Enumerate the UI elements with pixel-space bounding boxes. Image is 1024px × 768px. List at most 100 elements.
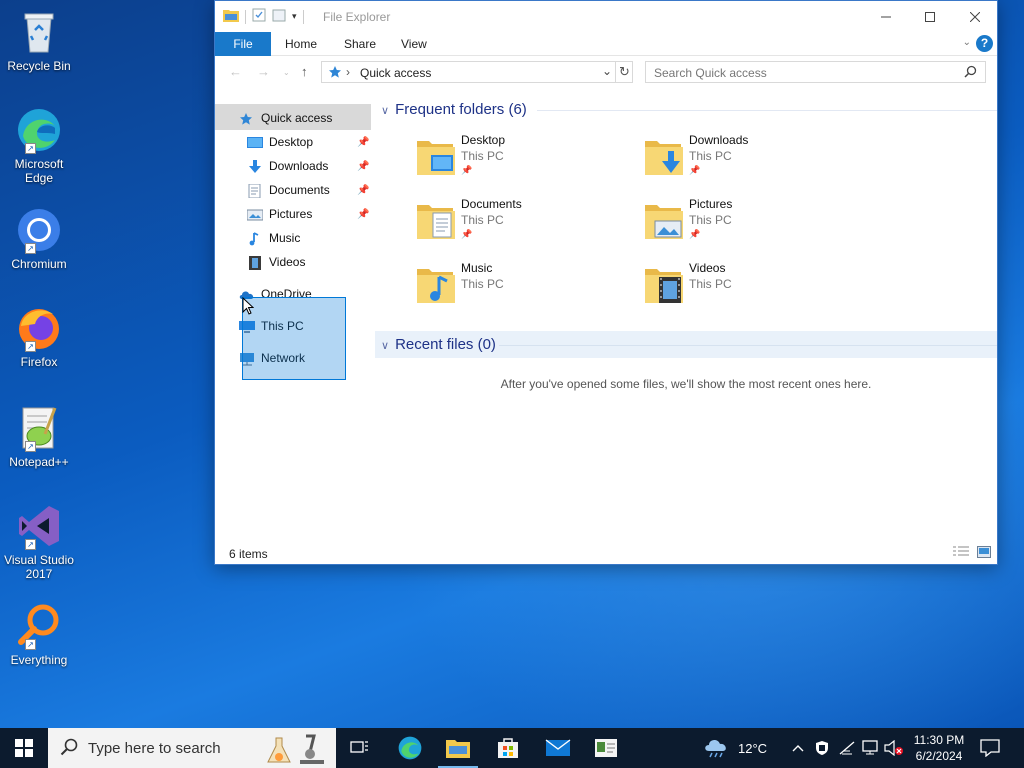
- videos-folder-icon: [643, 263, 685, 305]
- system-clock[interactable]: 11:30 PM 6/2/2024: [904, 732, 974, 764]
- chromium-icon: ↗: [15, 206, 63, 254]
- tab-share[interactable]: Share: [330, 32, 390, 56]
- task-view-button[interactable]: [336, 728, 384, 768]
- taskbar-search-box[interactable]: Type here to search: [48, 728, 336, 768]
- large-icons-view-icon[interactable]: [977, 546, 991, 561]
- maximize-button[interactable]: [907, 1, 953, 32]
- drag-selection-rectangle: [242, 297, 346, 380]
- folder-tile-music[interactable]: Music This PC: [415, 261, 615, 313]
- taskbar-file-explorer-icon[interactable]: [434, 728, 482, 768]
- properties-icon[interactable]: [252, 8, 266, 25]
- taskbar-search-input[interactable]: Type here to search: [88, 740, 221, 757]
- address-bar[interactable]: › Quick access ⌄ ↻: [321, 61, 633, 83]
- pin-icon: 📌: [357, 161, 370, 172]
- tab-home[interactable]: Home: [271, 32, 331, 56]
- recent-files-header[interactable]: ∨ Recent files (0): [381, 336, 496, 353]
- folder-tile-pictures[interactable]: Pictures This PC 📌: [643, 197, 843, 249]
- desktop-icon-microsoft-edge[interactable]: ↗ Microsoft Edge: [2, 106, 76, 185]
- taskbar-store-icon[interactable]: [484, 728, 532, 768]
- file-explorer-window[interactable]: ▾ File Explorer File Home Share View ⌄ ?…: [214, 0, 998, 565]
- weather-widget[interactable]: 12°C: [704, 728, 767, 768]
- recent-files-empty-message: After you've opened some files, we'll sh…: [500, 377, 872, 391]
- folder-location: This PC: [689, 277, 732, 291]
- show-hidden-icons-button[interactable]: [792, 728, 804, 768]
- folder-name: Pictures: [689, 197, 733, 211]
- network-disconnected-icon[interactable]: [838, 728, 856, 768]
- desktop-icon-chromium[interactable]: ↗ Chromium: [2, 206, 76, 271]
- up-button[interactable]: ↑: [301, 64, 308, 79]
- address-dropdown-icon[interactable]: ⌄: [602, 64, 612, 78]
- folder-tile-desktop[interactable]: Desktop This PC 📌: [415, 133, 615, 185]
- desktop-icon-firefox[interactable]: ↗ Firefox: [2, 304, 76, 369]
- desktop-folder-icon: [247, 135, 263, 149]
- nav-item-desktop[interactable]: Desktop: [247, 131, 371, 153]
- pin-icon: 📌: [689, 165, 701, 175]
- details-view-icon[interactable]: [953, 546, 969, 561]
- tab-view[interactable]: View: [387, 32, 441, 56]
- nav-item-pictures[interactable]: Pictures: [246, 203, 371, 225]
- close-button[interactable]: [952, 1, 998, 32]
- search-box[interactable]: Search Quick access: [645, 61, 986, 83]
- ribbon-tabs: File Home Share View ⌄ ?: [215, 32, 997, 56]
- firefox-icon: ↗: [15, 304, 63, 352]
- nav-item-downloads[interactable]: Downloads: [247, 155, 371, 177]
- taskbar-mail-icon[interactable]: [534, 728, 582, 768]
- notifications-button[interactable]: [980, 728, 1000, 768]
- expand-ribbon-chevron-icon[interactable]: ⌄: [963, 37, 971, 48]
- start-button[interactable]: [0, 728, 48, 768]
- desktop-folder-icon: [415, 135, 457, 177]
- documents-folder-icon: [415, 199, 457, 241]
- volume-muted-icon[interactable]: [884, 728, 904, 768]
- videos-filmstrip-icon: [247, 255, 263, 270]
- taskbar-edge-icon[interactable]: [386, 728, 434, 768]
- pin-icon: 📌: [357, 137, 370, 148]
- tab-file[interactable]: File: [215, 32, 271, 56]
- toolbar-divider: [245, 9, 246, 24]
- security-shield-icon[interactable]: [814, 728, 830, 768]
- forward-button[interactable]: →: [257, 64, 270, 79]
- pin-icon: 📌: [357, 185, 370, 196]
- shortcut-arrow-icon: ↗: [25, 341, 36, 352]
- recent-locations-chevron-icon[interactable]: ⌄: [283, 68, 290, 77]
- folder-location: This PC: [689, 149, 732, 163]
- taskbar-notepadpp-icon[interactable]: [582, 728, 630, 768]
- breadcrumb-separator-icon: ›: [346, 65, 350, 79]
- back-button[interactable]: ←: [229, 64, 242, 79]
- search-icon[interactable]: [964, 65, 977, 81]
- shortcut-arrow-icon: ↗: [25, 243, 36, 254]
- desktop-icon-visual-studio[interactable]: ↗ Visual Studio 2017: [2, 502, 76, 581]
- help-button[interactable]: ?: [976, 35, 993, 52]
- desktop-icon-everything[interactable]: ↗ Everything: [2, 602, 76, 667]
- folder-tile-videos[interactable]: Videos This PC: [643, 261, 843, 313]
- folder-tile-downloads[interactable]: Downloads This PC 📌: [643, 133, 843, 185]
- search-icon: [60, 738, 78, 759]
- minimize-button[interactable]: [863, 1, 909, 32]
- window-title: File Explorer: [323, 10, 391, 24]
- title-bar[interactable]: ▾ File Explorer: [215, 1, 997, 32]
- new-folder-icon[interactable]: [272, 8, 286, 25]
- music-folder-icon: [415, 263, 457, 305]
- refresh-icon[interactable]: ↻: [615, 61, 633, 83]
- desktop: Recycle Bin ↗ Microsoft Edge ↗ Chromium: [0, 0, 1024, 728]
- network-monitor-icon[interactable]: [862, 728, 880, 768]
- customize-toolbar-dropdown-icon[interactable]: ▾: [292, 11, 297, 22]
- pin-icon: 📌: [689, 229, 701, 239]
- desktop-icon-recycle-bin[interactable]: Recycle Bin: [2, 8, 76, 73]
- folder-name: Documents: [461, 197, 522, 211]
- nav-item-documents[interactable]: Documents: [247, 179, 371, 201]
- group-divider: [537, 110, 997, 111]
- desktop-icon-notepadpp[interactable]: ↗ Notepad++: [2, 404, 76, 469]
- address-row: ← → ⌄ ↑ › Quick access ⌄ ↻ Search Quick …: [215, 56, 997, 88]
- breadcrumb[interactable]: Quick access: [360, 66, 431, 80]
- collapse-chevron-icon: ∨: [381, 105, 390, 117]
- notepadpp-icon: ↗: [15, 404, 63, 452]
- search-input[interactable]: Search Quick access: [654, 66, 767, 80]
- frequent-folders-header[interactable]: ∨ Frequent folders (6): [381, 101, 527, 118]
- pin-icon: 📌: [357, 209, 370, 220]
- downloads-arrow-icon: [247, 159, 263, 173]
- folder-name: Music: [461, 261, 493, 275]
- collapse-chevron-icon: ∨: [381, 340, 390, 352]
- quick-access-star-icon: [328, 65, 342, 82]
- folder-tile-documents[interactable]: Documents This PC 📌: [415, 197, 615, 249]
- status-item-count: 6 items: [229, 547, 268, 561]
